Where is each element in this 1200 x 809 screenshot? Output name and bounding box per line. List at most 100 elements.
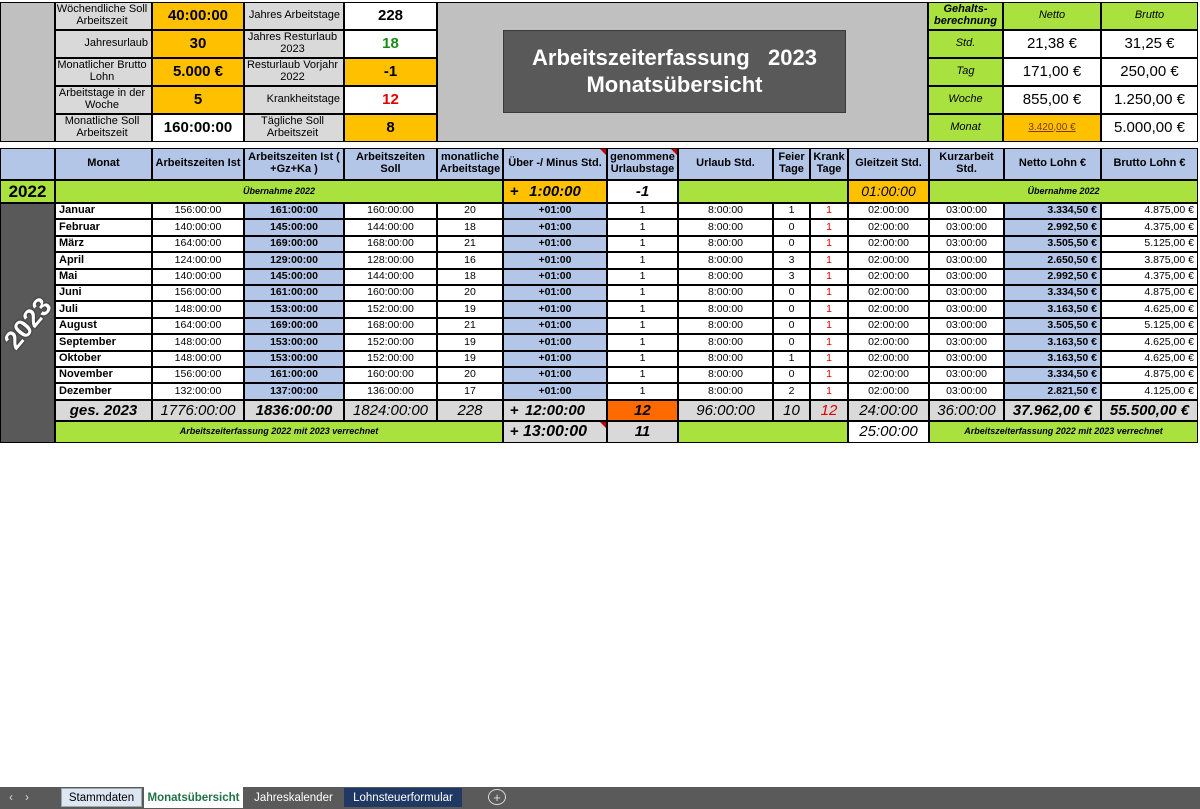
month-cell-gleit[interactable]: 02:00:00: [848, 252, 929, 269]
month-cell-brutto[interactable]: 4.875,00 €: [1101, 367, 1198, 383]
month-cell-kurz[interactable]: 03:00:00: [929, 236, 1004, 252]
month-cell-istgz[interactable]: 153:00:00: [244, 334, 344, 351]
month-cell-feier[interactable]: 0: [773, 236, 810, 252]
month-cell-netto[interactable]: 2.992,50 €: [1004, 269, 1101, 285]
setting-value[interactable]: 40:00:00: [152, 2, 244, 30]
month-cell-ueber[interactable]: +01:00: [503, 383, 607, 400]
month-cell-feier[interactable]: 3: [773, 269, 810, 285]
month-cell-urlaub_std[interactable]: 8:00:00: [678, 367, 773, 383]
month-cell-ueber[interactable]: +01:00: [503, 367, 607, 383]
total-urlaub_std[interactable]: 96:00:00: [678, 400, 773, 421]
month-cell-ist[interactable]: 124:00:00: [152, 252, 244, 269]
month-cell-netto[interactable]: 2.650,50 €: [1004, 252, 1101, 269]
tab-next-icon[interactable]: ›: [18, 788, 36, 807]
salary-monat-netto-link[interactable]: 3.420,00 €: [1028, 122, 1075, 134]
month-cell-brutto[interactable]: 4.125,00 €: [1101, 383, 1198, 400]
total-netto[interactable]: 37.962,00 €: [1004, 400, 1101, 421]
month-cell-tage[interactable]: 17: [437, 383, 503, 400]
month-cell-soll[interactable]: 152:00:00: [344, 351, 437, 367]
month-cell-soll[interactable]: 160:00:00: [344, 367, 437, 383]
salary-netto[interactable]: 3.420,00 €: [1003, 114, 1101, 142]
month-cell-soll[interactable]: 168:00:00: [344, 318, 437, 334]
total-istgz[interactable]: 1836:00:00: [244, 400, 344, 421]
month-cell-gleit[interactable]: 02:00:00: [848, 334, 929, 351]
month-cell-kurz[interactable]: 03:00:00: [929, 383, 1004, 400]
footer-urlaub[interactable]: 11: [607, 421, 678, 443]
month-name[interactable]: September: [55, 334, 152, 351]
month-cell-urlaub[interactable]: 1: [607, 252, 678, 269]
month-cell-netto[interactable]: 2.992,50 €: [1004, 219, 1101, 236]
carryover-urlaub[interactable]: -1: [607, 180, 678, 203]
month-cell-krank[interactable]: 1: [810, 318, 848, 334]
month-cell-kurz[interactable]: 03:00:00: [929, 203, 1004, 219]
month-cell-urlaub_std[interactable]: 8:00:00: [678, 269, 773, 285]
month-cell-krank[interactable]: 1: [810, 236, 848, 252]
tab-jahreskalender[interactable]: Jahreskalender: [245, 788, 342, 807]
month-cell-urlaub_std[interactable]: 8:00:00: [678, 383, 773, 400]
month-cell-krank[interactable]: 1: [810, 285, 848, 301]
month-cell-netto[interactable]: 3.334,50 €: [1004, 203, 1101, 219]
stat-value[interactable]: 228: [344, 2, 437, 30]
month-cell-ist[interactable]: 156:00:00: [152, 367, 244, 383]
month-cell-brutto[interactable]: 4.375,00 €: [1101, 219, 1198, 236]
month-cell-ueber[interactable]: +01:00: [503, 334, 607, 351]
month-cell-netto[interactable]: 3.163,50 €: [1004, 351, 1101, 367]
month-cell-soll[interactable]: 144:00:00: [344, 269, 437, 285]
month-cell-krank[interactable]: 1: [810, 269, 848, 285]
month-cell-krank[interactable]: 1: [810, 334, 848, 351]
month-cell-tage[interactable]: 21: [437, 318, 503, 334]
setting-value[interactable]: 5.000 €: [152, 58, 244, 86]
month-cell-urlaub_std[interactable]: 8:00:00: [678, 285, 773, 301]
salary-brutto[interactable]: 31,25 €: [1101, 30, 1198, 58]
total-label[interactable]: ges. 2023: [55, 400, 152, 421]
month-cell-feier[interactable]: 0: [773, 219, 810, 236]
month-cell-feier[interactable]: 3: [773, 252, 810, 269]
total-krank[interactable]: 12: [810, 400, 848, 421]
month-cell-istgz[interactable]: 145:00:00: [244, 219, 344, 236]
month-name[interactable]: Oktober: [55, 351, 152, 367]
month-cell-urlaub_std[interactable]: 8:00:00: [678, 351, 773, 367]
month-cell-gleit[interactable]: 02:00:00: [848, 219, 929, 236]
month-cell-kurz[interactable]: 03:00:00: [929, 367, 1004, 383]
total-tage[interactable]: 228: [437, 400, 503, 421]
month-cell-kurz[interactable]: 03:00:00: [929, 269, 1004, 285]
total-urlaub[interactable]: 12: [607, 400, 678, 421]
month-cell-gleit[interactable]: 02:00:00: [848, 351, 929, 367]
month-cell-netto[interactable]: 3.505,50 €: [1004, 236, 1101, 252]
total-gleit[interactable]: 24:00:00: [848, 400, 929, 421]
month-cell-gleit[interactable]: 02:00:00: [848, 285, 929, 301]
month-cell-ueber[interactable]: +01:00: [503, 269, 607, 285]
month-cell-krank[interactable]: 1: [810, 301, 848, 318]
month-name[interactable]: März: [55, 236, 152, 252]
stat-value[interactable]: -1: [344, 58, 437, 86]
month-cell-urlaub[interactable]: 1: [607, 203, 678, 219]
month-cell-urlaub[interactable]: 1: [607, 351, 678, 367]
month-name[interactable]: Januar: [55, 203, 152, 219]
month-cell-urlaub_std[interactable]: 8:00:00: [678, 236, 773, 252]
month-cell-gleit[interactable]: 02:00:00: [848, 367, 929, 383]
month-cell-urlaub[interactable]: 1: [607, 269, 678, 285]
month-cell-feier[interactable]: 1: [773, 203, 810, 219]
month-cell-tage[interactable]: 20: [437, 367, 503, 383]
carryover-ueber[interactable]: +1:00:00: [503, 180, 607, 203]
month-cell-istgz[interactable]: 129:00:00: [244, 252, 344, 269]
month-cell-soll[interactable]: 160:00:00: [344, 285, 437, 301]
add-sheet-icon[interactable]: +: [488, 789, 506, 805]
month-cell-soll[interactable]: 152:00:00: [344, 301, 437, 318]
month-cell-tage[interactable]: 19: [437, 301, 503, 318]
salary-brutto[interactable]: 1.250,00 €: [1101, 86, 1198, 114]
month-cell-brutto[interactable]: 4.625,00 €: [1101, 351, 1198, 367]
month-cell-ist[interactable]: 140:00:00: [152, 269, 244, 285]
month-cell-kurz[interactable]: 03:00:00: [929, 252, 1004, 269]
month-cell-soll[interactable]: 152:00:00: [344, 334, 437, 351]
tab-lohnsteuerformular[interactable]: Lohnsteuerformular: [344, 788, 462, 807]
month-cell-soll[interactable]: 144:00:00: [344, 219, 437, 236]
month-cell-feier[interactable]: 0: [773, 285, 810, 301]
month-cell-urlaub_std[interactable]: 8:00:00: [678, 301, 773, 318]
month-cell-ist[interactable]: 156:00:00: [152, 285, 244, 301]
month-cell-kurz[interactable]: 03:00:00: [929, 351, 1004, 367]
month-cell-gleit[interactable]: 02:00:00: [848, 236, 929, 252]
salary-netto[interactable]: 171,00 €: [1003, 58, 1101, 86]
total-soll[interactable]: 1824:00:00: [344, 400, 437, 421]
month-cell-ist[interactable]: 164:00:00: [152, 318, 244, 334]
